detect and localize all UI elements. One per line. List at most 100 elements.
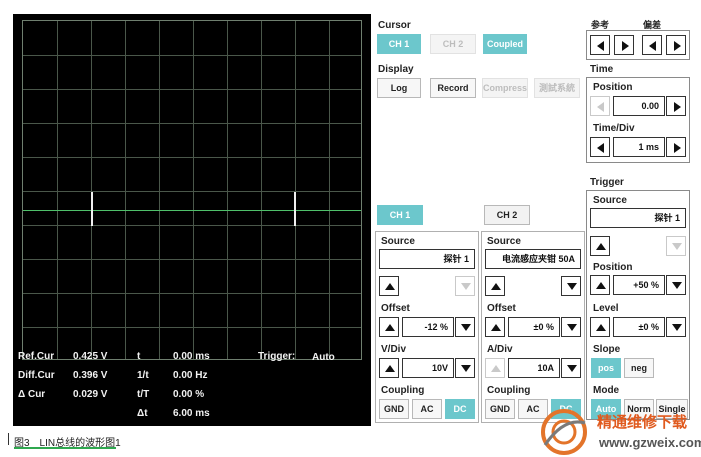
ch1-tab[interactable]: CH 1 — [377, 205, 423, 225]
trigger-level-down-arrow[interactable] — [666, 317, 686, 337]
diff-cur-value: 0.396 V — [73, 370, 108, 381]
ch2-offset-label: Offset — [487, 303, 516, 314]
time-div-left-arrow[interactable] — [590, 137, 610, 157]
grid-line-horizontal — [23, 123, 361, 124]
difference-cursor[interactable] — [294, 192, 296, 226]
trigger-status-label: Trigger: — [258, 351, 296, 362]
ch1-gnd-button[interactable]: GND — [379, 399, 409, 419]
inv-t-value: 0.00 Hz — [173, 370, 208, 381]
grid-line-vertical — [193, 21, 194, 359]
time-position-right-arrow[interactable] — [666, 96, 686, 116]
ch2-gnd-button[interactable]: GND — [485, 399, 515, 419]
time-div-field[interactable]: 1 ms — [613, 137, 665, 157]
t-over-T-value: 0.00 % — [173, 389, 205, 400]
ch1-dc-button[interactable]: DC — [445, 399, 475, 419]
time-div-right-arrow[interactable] — [666, 137, 686, 157]
trigger-status-value: Auto — [312, 352, 335, 363]
trigger-source-down-arrow[interactable] — [666, 236, 686, 256]
cursor-ch2-button[interactable]: CH 2 — [430, 34, 476, 54]
trigger-source-label: Source — [593, 195, 627, 206]
time-div-label: Time/Div — [593, 123, 635, 134]
ch1-ac-button[interactable]: AC — [412, 399, 442, 419]
ch1-offset-label: Offset — [381, 303, 410, 314]
cursor-ch1-button[interactable]: CH 1 — [377, 34, 421, 54]
trigger-position-label: Position — [593, 262, 633, 273]
waveform-trace — [23, 210, 361, 211]
slope-neg-button[interactable]: neg — [624, 358, 654, 378]
t-label: t — [137, 351, 141, 362]
ch2-adiv-up-arrow[interactable] — [485, 358, 505, 378]
grid-line-horizontal — [23, 89, 361, 90]
diff-left-arrow[interactable] — [642, 35, 662, 55]
trigger-level-field[interactable]: ±0 % — [613, 317, 665, 337]
ch1-offset-field[interactable]: -12 % — [402, 317, 454, 337]
ch1-offset-down-arrow[interactable] — [455, 317, 475, 337]
oscilloscope-screen: Ref.Cur 0.425 V Diff.Cur 0.396 V Δ Cur 0… — [13, 14, 371, 426]
ch2-tab[interactable]: CH 2 — [484, 205, 530, 225]
time-position-field[interactable]: 0.00 — [613, 96, 665, 116]
delta-t-value: 6.00 ms — [173, 408, 210, 419]
time-position-left-arrow[interactable] — [590, 96, 610, 116]
ref-right-arrow[interactable] — [614, 35, 634, 55]
record-button[interactable]: Record — [430, 78, 476, 98]
ch1-source-field[interactable]: 探针 1 — [379, 249, 475, 269]
trigger-title: Trigger — [590, 177, 624, 188]
inv-t-label: 1/t — [137, 370, 149, 381]
trigger-slope-label: Slope — [593, 344, 621, 355]
watermark-url: www.gzweix.com — [599, 435, 701, 450]
cursor-coupled-button[interactable]: Coupled — [483, 34, 527, 54]
ref-cur-label: Ref.Cur — [18, 351, 55, 362]
grid-line-vertical — [159, 21, 160, 359]
compress-button[interactable]: Compress — [482, 78, 528, 98]
ch2-offset-field[interactable]: ±0 % — [508, 317, 560, 337]
ch2-offset-down-arrow[interactable] — [561, 317, 581, 337]
grid-line-vertical — [125, 21, 126, 359]
trigger-level-up-arrow[interactable] — [590, 317, 610, 337]
ch1-vdiv-field[interactable]: 10V — [402, 358, 454, 378]
ch1-offset-up-arrow[interactable] — [379, 317, 399, 337]
trigger-source-field[interactable]: 探针 1 — [590, 208, 686, 228]
grid-line-horizontal — [23, 327, 361, 328]
trigger-position-down-arrow[interactable] — [666, 275, 686, 295]
ch2-adiv-field[interactable]: 10A — [508, 358, 560, 378]
ch2-source-label: Source — [487, 236, 521, 247]
diff-cur-label: Diff.Cur — [18, 370, 55, 381]
ch1-vdiv-up-arrow[interactable] — [379, 358, 399, 378]
delta-cur-label: Δ Cur — [18, 389, 46, 400]
ch1-vdiv-label: V/Div — [381, 344, 407, 355]
ch1-source-up-arrow[interactable] — [379, 276, 399, 296]
grid-line-horizontal — [23, 55, 361, 56]
ref-cur-value: 0.425 V — [73, 351, 108, 362]
grid-line-horizontal — [23, 293, 361, 294]
ch2-coupling-label: Coupling — [487, 385, 531, 396]
ch1-source-down-arrow[interactable] — [455, 276, 475, 296]
watermark: 精通维修下载 www.gzweix.com — [537, 405, 701, 457]
grid-line-horizontal — [23, 191, 361, 192]
ch2-source-field[interactable]: 电流感应夹钳 50A — [485, 249, 581, 269]
ch2-source-down-arrow[interactable] — [561, 276, 581, 296]
t-over-T-label: t/T — [137, 389, 150, 400]
t-value: 0.00 ms — [173, 351, 210, 362]
ref-left-arrow[interactable] — [590, 35, 610, 55]
ch1-vdiv-down-arrow[interactable] — [455, 358, 475, 378]
caption-underline — [14, 447, 116, 449]
grid-line-vertical — [295, 21, 296, 359]
ch1-coupling-label: Coupling — [381, 385, 425, 396]
trigger-source-up-arrow[interactable] — [590, 236, 610, 256]
slope-pos-button[interactable]: pos — [591, 358, 621, 378]
trigger-position-up-arrow[interactable] — [590, 275, 610, 295]
display-title: Display — [378, 64, 414, 75]
grid-line-horizontal — [23, 157, 361, 158]
diff-right-arrow[interactable] — [666, 35, 686, 55]
reference-cursor[interactable] — [91, 192, 93, 226]
grid-line-vertical — [329, 21, 330, 359]
caption-marker — [8, 433, 9, 445]
time-position-label: Position — [593, 82, 633, 93]
ch2-adiv-down-arrow[interactable] — [561, 358, 581, 378]
log-button[interactable]: Log — [377, 78, 421, 98]
ch2-source-up-arrow[interactable] — [485, 276, 505, 296]
trigger-position-field[interactable]: +50 % — [613, 275, 665, 295]
ch2-offset-up-arrow[interactable] — [485, 317, 505, 337]
delta-t-label: Δt — [137, 408, 148, 419]
test-system-button[interactable]: 測試系統 — [534, 78, 580, 98]
